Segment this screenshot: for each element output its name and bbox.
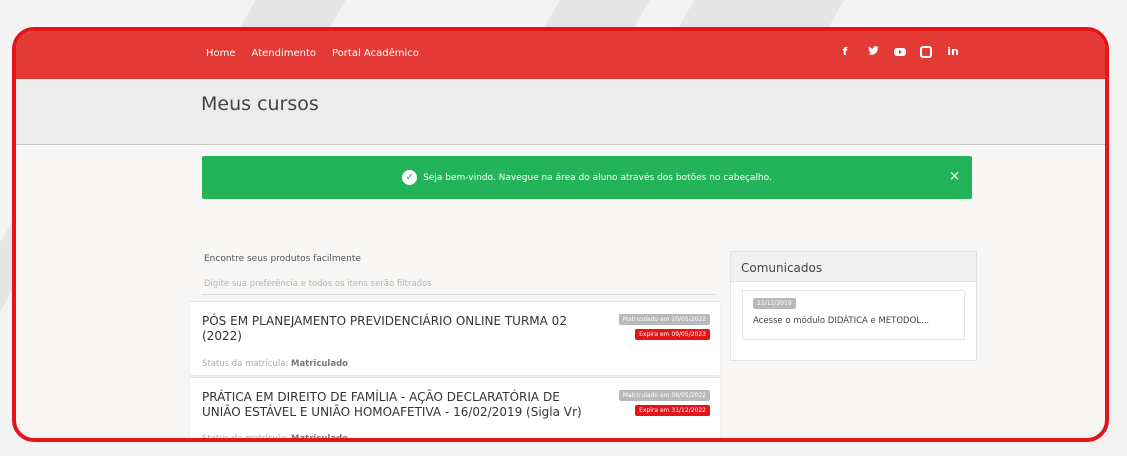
- status-label: Status da matrícula:: [202, 434, 289, 442]
- enrollment-status: Status da matrícula: Matriculado: [202, 359, 348, 369]
- expiry-badge: Expira em 31/12/2022: [635, 405, 710, 416]
- nav-link-home[interactable]: Home: [206, 48, 236, 59]
- top-navigation-bar: Home Atendimento Portal Acadêmico f in: [16, 31, 1105, 79]
- expiry-badge: Expira em 09/05/2023: [635, 329, 710, 340]
- welcome-alert: ✓ Seja bem-vindo. Navegue na área do alu…: [202, 156, 972, 199]
- comunicado-item[interactable]: 22/12/2019 Acesse o módulo DIDÁTICA e ME…: [742, 290, 965, 340]
- page-header: Meus cursos: [16, 79, 1105, 145]
- close-icon[interactable]: ×: [949, 169, 960, 184]
- course-title[interactable]: PÓS EM PLANEJAMENTO PREVIDENCIÁRIO ONLIN…: [202, 314, 587, 344]
- comunicados-panel: Comunicados 22/12/2019 Acesse o módulo D…: [730, 251, 977, 361]
- comunicado-date-badge: 22/12/2019: [753, 298, 796, 309]
- main-nav: Home Atendimento Portal Acadêmico: [206, 48, 419, 59]
- status-value: Matriculado: [290, 434, 349, 442]
- youtube-icon[interactable]: [894, 47, 906, 56]
- highlight-frame: Home Atendimento Portal Acadêmico f in M…: [12, 27, 1109, 442]
- social-links: f in: [838, 45, 960, 58]
- course-card[interactable]: PÓS EM PLANEJAMENTO PREVIDENCIÁRIO ONLIN…: [190, 301, 720, 375]
- enrolled-badge: Matriculado em 20/05/2022: [618, 314, 710, 325]
- enrollment-status: Status da matrícula: Matriculado: [202, 434, 349, 442]
- enrolled-badge: Matriculado em 06/05/2022: [618, 390, 710, 401]
- alert-message: Seja bem-vindo. Navegue na área do aluno…: [423, 172, 772, 183]
- facebook-icon[interactable]: f: [838, 45, 852, 58]
- twitter-icon[interactable]: [866, 45, 880, 58]
- finder-label: Encontre seus produtos facilmente: [204, 254, 361, 264]
- check-circle-icon: ✓: [402, 170, 418, 185]
- course-filter-input[interactable]: [202, 274, 716, 295]
- nav-link-portal-academico[interactable]: Portal Acadêmico: [332, 48, 419, 59]
- status-value: Matriculado: [290, 359, 349, 369]
- page-title: Meus cursos: [201, 93, 319, 115]
- course-card[interactable]: PRÁTICA EM DIREITO DE FAMÍLIA - AÇÃO DEC…: [190, 377, 720, 442]
- instagram-icon[interactable]: [920, 45, 932, 58]
- course-title[interactable]: PRÁTICA EM DIREITO DE FAMÍLIA - AÇÃO DEC…: [202, 390, 587, 420]
- status-label: Status da matrícula:: [202, 359, 289, 369]
- comunicados-title: Comunicados: [731, 252, 976, 282]
- comunicado-text: Acesse o módulo DIDÁTICA e METODOL...: [753, 316, 930, 326]
- nav-link-atendimento[interactable]: Atendimento: [252, 48, 316, 59]
- linkedin-icon[interactable]: in: [946, 45, 960, 58]
